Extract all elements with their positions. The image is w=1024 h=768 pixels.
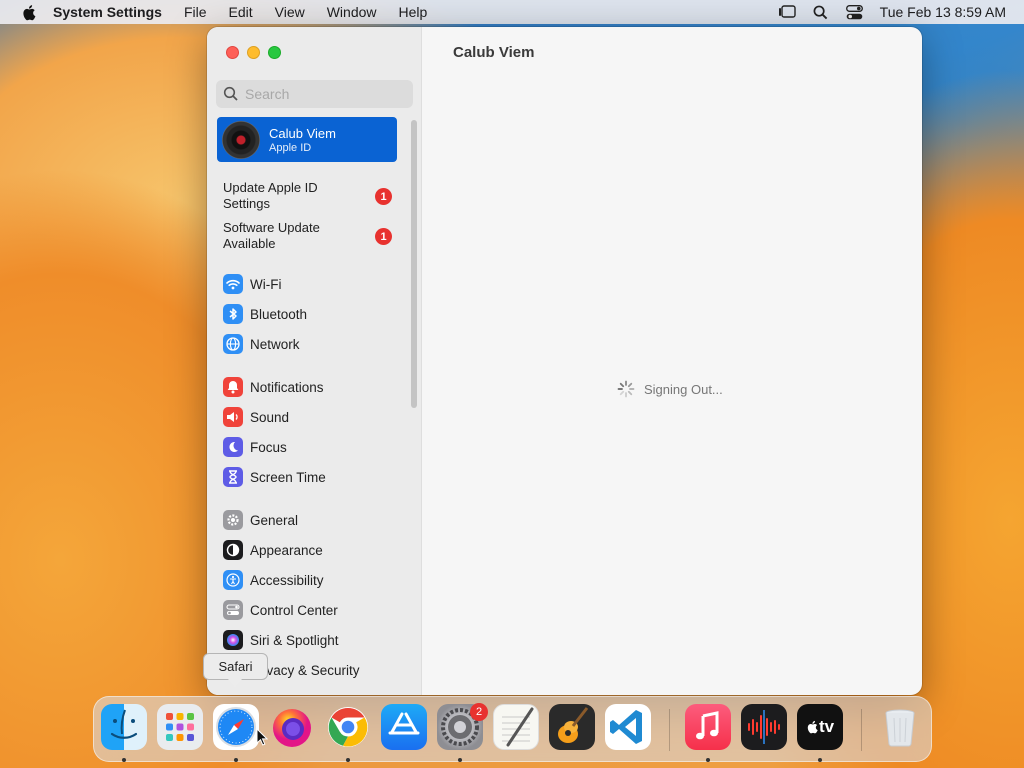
mouse-cursor-icon bbox=[256, 728, 268, 746]
launchpad-icon[interactable] bbox=[157, 704, 203, 750]
sidebar-item-label: Focus bbox=[250, 439, 287, 455]
apple-menu-icon[interactable] bbox=[18, 0, 38, 24]
zoom-button[interactable] bbox=[268, 46, 281, 59]
gear-icon bbox=[223, 510, 243, 530]
minimize-button[interactable] bbox=[247, 46, 260, 59]
stage-manager-icon[interactable] bbox=[776, 0, 798, 24]
menu-app-name[interactable]: System Settings bbox=[53, 4, 162, 20]
sidebar-item-label: Bluetooth bbox=[250, 306, 308, 322]
chrome-icon[interactable] bbox=[325, 704, 371, 750]
sidebar-item-label: General bbox=[250, 512, 299, 528]
search-icon bbox=[223, 86, 238, 101]
window-controls bbox=[226, 46, 281, 59]
app-store-icon[interactable] bbox=[381, 704, 427, 750]
menu-clock[interactable]: Tue Feb 13 8:59 AM bbox=[880, 4, 1006, 20]
apple-tv-label: tv bbox=[818, 717, 835, 736]
running-indicator bbox=[818, 758, 822, 762]
sidebar-item-general[interactable]: General bbox=[223, 509, 298, 531]
spinner-icon bbox=[617, 380, 635, 398]
running-indicator bbox=[346, 758, 350, 762]
bell-icon bbox=[223, 377, 243, 397]
running-indicator bbox=[234, 758, 238, 762]
wifi-icon bbox=[223, 274, 243, 294]
globe-icon bbox=[223, 334, 243, 354]
notification-badge: 1 bbox=[375, 188, 392, 205]
sidebar-item-label: Appearance bbox=[250, 542, 323, 558]
dock-tooltip: Safari bbox=[203, 653, 268, 680]
menu-window[interactable]: Window bbox=[327, 4, 377, 20]
sidebar-item-control-center[interactable]: Control Center bbox=[223, 599, 338, 621]
notice-label: Software Update Available bbox=[223, 220, 320, 251]
avatar bbox=[222, 120, 260, 159]
sidebar-item-label: Control Center bbox=[250, 602, 338, 618]
sidebar-item-siri-spotlight[interactable]: Siri & Spotlight bbox=[223, 629, 339, 651]
trash-icon[interactable] bbox=[877, 704, 923, 750]
sidebar-item-accessibility[interactable]: Accessibility bbox=[223, 569, 324, 591]
running-indicator bbox=[122, 758, 126, 762]
sidebar-item-focus[interactable]: Focus bbox=[223, 436, 287, 458]
sidebar-item-screen-time[interactable]: Screen Time bbox=[223, 466, 326, 488]
sidebar-item-sound[interactable]: Sound bbox=[223, 406, 289, 428]
system-settings-window: Calub Viem Apple ID Update Apple ID Sett… bbox=[207, 27, 922, 695]
safari-icon[interactable] bbox=[213, 704, 259, 750]
menu-bar: System Settings File Edit View Window He… bbox=[0, 0, 1024, 24]
running-indicator bbox=[706, 758, 710, 762]
sidebar-item-appearance[interactable]: Appearance bbox=[223, 539, 323, 561]
sidebar-item-bluetooth[interactable]: Bluetooth bbox=[223, 303, 307, 325]
tooltip-arrow bbox=[228, 679, 242, 687]
control-center-icon bbox=[223, 600, 243, 620]
search-input[interactable] bbox=[245, 86, 405, 102]
notice-software-update[interactable]: Software Update Available 1 bbox=[223, 220, 398, 252]
siri-icon bbox=[223, 630, 243, 650]
bluetooth-icon bbox=[223, 304, 243, 324]
sidebar-item-wifi[interactable]: Wi-Fi bbox=[223, 273, 281, 295]
notice-label: Update Apple ID Settings bbox=[223, 180, 318, 211]
hourglass-icon bbox=[223, 467, 243, 487]
speaker-icon bbox=[223, 407, 243, 427]
close-button[interactable] bbox=[226, 46, 239, 59]
menu-view[interactable]: View bbox=[275, 4, 305, 20]
firefox-icon[interactable] bbox=[269, 704, 315, 750]
control-center-menubar-icon[interactable] bbox=[844, 0, 866, 24]
voice-memos-icon[interactable] bbox=[741, 704, 787, 750]
account-subtitle: Apple ID bbox=[269, 141, 312, 154]
music-icon[interactable] bbox=[685, 704, 731, 750]
moon-icon bbox=[223, 437, 243, 457]
sidebar: Calub Viem Apple ID Update Apple ID Sett… bbox=[207, 27, 422, 695]
sidebar-item-label: Screen Time bbox=[250, 469, 326, 485]
sidebar-item-label: Accessibility bbox=[250, 572, 324, 588]
notification-badge: 2 bbox=[470, 703, 488, 721]
menu-help[interactable]: Help bbox=[399, 4, 428, 20]
sidebar-item-label: Sound bbox=[250, 409, 290, 425]
textedit-icon[interactable] bbox=[493, 704, 539, 750]
dock: 2 tv bbox=[93, 696, 932, 762]
signing-out-status: Signing Out... bbox=[617, 380, 723, 398]
sidebar-item-label: Wi-Fi bbox=[250, 276, 282, 292]
menu-file[interactable]: File bbox=[184, 4, 207, 20]
menu-edit[interactable]: Edit bbox=[229, 4, 253, 20]
status-text: Signing Out... bbox=[644, 381, 723, 397]
finder-icon[interactable] bbox=[101, 704, 147, 750]
notification-badge: 1 bbox=[375, 228, 392, 245]
apple-tv-icon[interactable]: tv bbox=[797, 704, 843, 750]
page-title: Calub Viem bbox=[453, 44, 535, 61]
accessibility-icon bbox=[223, 570, 243, 590]
sidebar-item-label: Network bbox=[250, 336, 300, 352]
sidebar-scrollbar[interactable] bbox=[411, 120, 417, 408]
sidebar-item-label: Siri & Spotlight bbox=[250, 632, 339, 648]
account-name: Calub Viem bbox=[269, 125, 336, 141]
sidebar-item-label: Notifications bbox=[250, 379, 324, 395]
appearance-icon bbox=[223, 540, 243, 560]
garageband-icon[interactable] bbox=[549, 704, 595, 750]
vscode-icon[interactable] bbox=[605, 704, 651, 750]
spotlight-search-icon[interactable] bbox=[810, 0, 832, 24]
sidebar-item-notifications[interactable]: Notifications bbox=[223, 376, 324, 398]
dock-separator bbox=[669, 709, 670, 751]
search-field[interactable] bbox=[216, 80, 413, 108]
sidebar-item-apple-id[interactable]: Calub Viem Apple ID bbox=[217, 117, 397, 162]
notice-update-apple-id[interactable]: Update Apple ID Settings 1 bbox=[223, 180, 398, 212]
running-indicator bbox=[458, 758, 462, 762]
dock-separator bbox=[861, 709, 862, 751]
sidebar-item-network[interactable]: Network bbox=[223, 333, 300, 355]
